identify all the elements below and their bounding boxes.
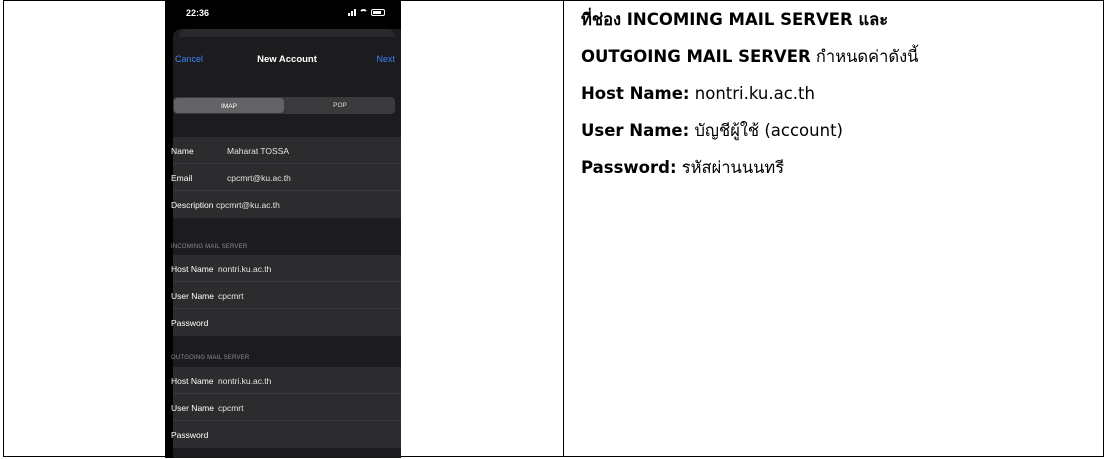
status-time: 22:36	[186, 8, 210, 18]
new-account-sheet: Cancel New Account Next IMAP POP Name Ma…	[171, 29, 401, 458]
email-label: Email	[171, 173, 193, 183]
name-row[interactable]: Name Maharat TOSSA	[171, 137, 401, 164]
incoming-section-header: INCOMING MAIL SERVER	[171, 244, 248, 250]
battery-icon	[371, 9, 385, 16]
instruction-host: Host Name: nontri.ku.ac.th	[581, 75, 918, 112]
phone-screenshot: 22:36 Cancel New Account Next IMAP POP N…	[165, 1, 401, 458]
user-name-value: บัญชีผู้ใช้ (account)	[689, 121, 843, 140]
outgoing-password-label: Password	[171, 430, 209, 440]
instruction-line-1: ที่ช่อง INCOMING MAIL SERVER และ	[581, 1, 918, 38]
next-button[interactable]: Next	[376, 54, 395, 64]
sheet-handle	[179, 29, 395, 37]
outgoing-group: Host Name nontri.ku.ac.th User Name cpcm…	[171, 367, 401, 448]
incoming-host-row[interactable]: Host Name nontri.ku.ac.th	[171, 255, 401, 282]
password-value: รหัสผ่านนนทรี	[676, 158, 785, 177]
incoming-user-label: User Name	[171, 291, 214, 301]
incoming-password-row[interactable]: Password	[171, 309, 401, 336]
incoming-user-row[interactable]: User Name cpcmrt	[171, 282, 401, 309]
outgoing-section-header: OUTGOING MAIL SERVER	[171, 355, 250, 361]
incoming-host-field[interactable]: nontri.ku.ac.th	[218, 264, 271, 274]
description-field[interactable]: cpcmrt@ku.ac.th	[216, 200, 280, 210]
instructions-text: ที่ช่อง INCOMING MAIL SERVER และ OUTGOIN…	[581, 1, 918, 186]
instruction-password: Password: รหัสผ่านนนทรี	[581, 149, 918, 186]
segment-imap[interactable]: IMAP	[174, 98, 284, 113]
name-field[interactable]: Maharat TOSSA	[227, 146, 289, 156]
description-row[interactable]: Description cpcmrt@ku.ac.th	[171, 191, 401, 218]
name-label: Name	[171, 146, 194, 156]
incoming-group: Host Name nontri.ku.ac.th User Name cpcm…	[171, 255, 401, 336]
status-icons	[348, 9, 385, 16]
instruction-heading-2-rest: กำหนดค่าดังนี้	[810, 47, 919, 66]
instruction-heading-2: OUTGOING MAIL SERVER	[581, 47, 811, 66]
status-bar: 22:36	[165, 1, 401, 27]
email-row[interactable]: Email cpcmrt@ku.ac.th	[171, 164, 401, 191]
email-field[interactable]: cpcmrt@ku.ac.th	[227, 173, 291, 183]
outgoing-user-label: User Name	[171, 403, 214, 413]
host-name-value: nontri.ku.ac.th	[689, 84, 815, 103]
screenshot-cell: 22:36 Cancel New Account Next IMAP POP N…	[3, 0, 564, 458]
user-name-label: User Name:	[581, 121, 690, 140]
segment-pop[interactable]: POP	[285, 97, 395, 114]
incoming-host-label: Host Name	[171, 264, 214, 274]
outgoing-host-label: Host Name	[171, 376, 214, 386]
outgoing-user-field[interactable]: cpcmrt	[218, 403, 244, 413]
account-type-segmented-control[interactable]: IMAP POP	[173, 97, 395, 114]
incoming-user-field[interactable]: cpcmrt	[218, 291, 244, 301]
outgoing-user-row[interactable]: User Name cpcmrt	[171, 394, 401, 421]
nav-title: New Account	[257, 54, 317, 65]
instruction-line-2: OUTGOING MAIL SERVER กำหนดค่าดังนี้	[581, 38, 918, 75]
account-info-group: Name Maharat TOSSA Email cpcmrt@ku.ac.th…	[171, 137, 401, 218]
incoming-password-label: Password	[171, 318, 209, 328]
password-label: Password:	[581, 158, 677, 177]
wifi-icon	[359, 9, 368, 16]
outgoing-password-row[interactable]: Password	[171, 421, 401, 448]
instruction-heading-1: ที่ช่อง INCOMING MAIL SERVER และ	[581, 10, 889, 29]
instructions-cell: ที่ช่อง INCOMING MAIL SERVER และ OUTGOIN…	[563, 0, 1104, 457]
nav-bar: Cancel New Account Next	[173, 43, 401, 77]
outgoing-host-row[interactable]: Host Name nontri.ku.ac.th	[171, 367, 401, 394]
document-table: 22:36 Cancel New Account Next IMAP POP N…	[3, 0, 1104, 458]
description-label: Description	[171, 200, 214, 210]
instruction-user: User Name: บัญชีผู้ใช้ (account)	[581, 112, 918, 149]
outgoing-host-field[interactable]: nontri.ku.ac.th	[218, 376, 271, 386]
host-name-label: Host Name:	[581, 84, 690, 103]
signal-icon	[348, 9, 356, 16]
